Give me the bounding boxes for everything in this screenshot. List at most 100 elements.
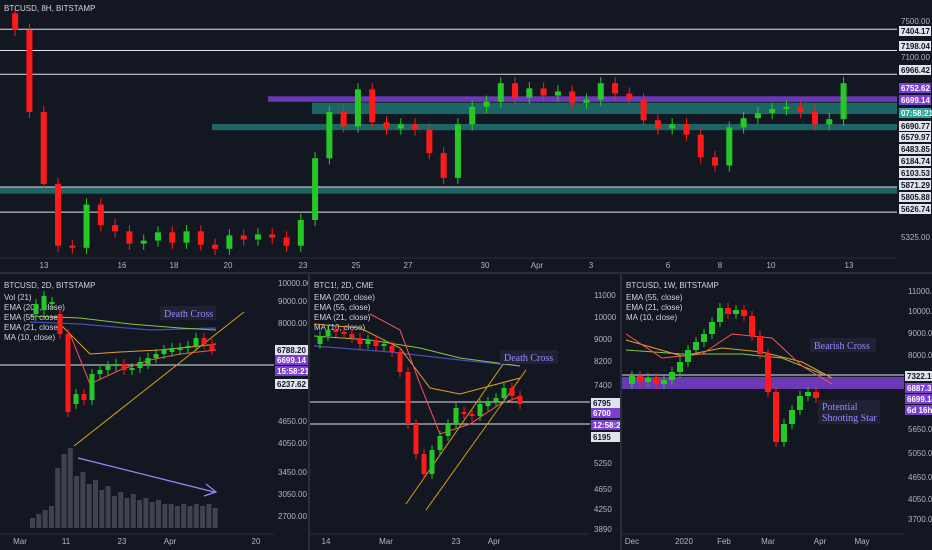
- candle-body-25: [369, 89, 376, 123]
- mid-svg-price-label-11: 4250: [594, 505, 612, 514]
- left-chart-panel[interactable]: BTCUSD, 2D, BITSTAMP Vol (21) EMA (200, cl…: [0, 274, 308, 550]
- left-svg-price-label-4: 6699.14: [277, 356, 306, 365]
- main-price-label-0: 7500.00: [901, 17, 930, 26]
- left-volume-bar-20: [156, 500, 161, 528]
- left-volume-bar-13: [111, 496, 117, 528]
- candle-body-24: [354, 89, 361, 127]
- left-volume-bar-11: [99, 490, 105, 528]
- candle-body-17: [254, 234, 261, 240]
- right-ema21-line: [625, 339, 833, 379]
- right-svg-time-label-2: Feb: [717, 537, 731, 546]
- right-candle-body-17: [765, 354, 771, 392]
- mid-candle-body-1: [325, 330, 331, 336]
- right-chart-panel[interactable]: BTCUSD, 1W, BITSTAMP EMA (55, close) EMA (…: [622, 274, 932, 550]
- middle-chart-panel[interactable]: BTC1!, 2D, CME EMA (200, close) EMA (55, c…: [310, 274, 620, 550]
- left-candle-body-19: [185, 346, 191, 348]
- mid-candle-body-12: [413, 424, 419, 454]
- right-candle-body-1: [637, 376, 643, 382]
- right-svg-time-label-4: Apr: [814, 537, 827, 546]
- candle-body-34: [497, 83, 504, 102]
- main-price-label-4: 6966.42: [901, 66, 930, 75]
- teal-zone-3: [0, 186, 897, 194]
- candle-body-0: [12, 13, 19, 30]
- candle-body-47: [683, 124, 690, 135]
- mid-svg-price-label-12: 3890: [594, 525, 612, 534]
- mid-candle-body-19: [469, 414, 475, 416]
- mid-candle-body-15: [437, 436, 443, 450]
- candle-body-10: [154, 232, 161, 241]
- left-volume-bar-2: [42, 510, 48, 528]
- teal-zone-2: [212, 123, 897, 131]
- left-volume-bar-0: [30, 518, 35, 528]
- left-volume-bar-4: [55, 468, 61, 528]
- candle-body-15: [226, 235, 233, 249]
- candle-body-40: [583, 99, 590, 103]
- left-candle-body-15: [153, 354, 159, 358]
- main-price-label-12: 6103.53: [901, 169, 930, 178]
- candle-body-44: [640, 99, 647, 121]
- right-svg-legend-1: EMA (21, close): [626, 303, 683, 312]
- candle-body-58: [840, 83, 847, 120]
- main-time-label-9: 3: [589, 261, 594, 270]
- left-volume-bar-5: [61, 454, 67, 528]
- left-svg-price-label-1: 9000.00: [278, 297, 307, 306]
- left-volume-bar-10: [93, 480, 98, 528]
- left-volume-bar-3: [48, 506, 54, 528]
- right-svg-price-label-6: 6699.14: [907, 395, 932, 404]
- main-time-label-12: 10: [767, 261, 776, 270]
- candle-body-12: [183, 231, 190, 243]
- right-candle-body-20: [789, 410, 795, 424]
- mid-ema55-line: [313, 335, 521, 367]
- mid-candle-body-20: [477, 404, 483, 416]
- left-svg-legend-3: EMA (21, close): [4, 323, 61, 332]
- left-volume-bar-24: [181, 504, 187, 528]
- main-price-label-6: 6699.14: [901, 96, 930, 105]
- left-svg-time-label-0: Mar: [13, 537, 27, 546]
- main-price-label-3: 7100.00: [901, 53, 930, 62]
- left-volume-bar-1: [36, 514, 42, 528]
- candle-body-20: [297, 220, 304, 246]
- candle-body-23: [340, 112, 347, 127]
- left-volume-bar-6: [67, 448, 73, 528]
- candle-body-32: [469, 106, 476, 125]
- left-svg-price-label-6: 6237.62: [277, 380, 306, 389]
- left-candle-body-14: [145, 358, 151, 364]
- left-death-cross-label: Death Cross: [164, 309, 213, 320]
- middle-chart-svg[interactable]: BTC1!, 2D, CME EMA (200, close)EMA (55, c…: [310, 274, 620, 550]
- mid-candle-body-17: [453, 408, 459, 424]
- right-svg-legend-2: MA (10, close): [626, 313, 677, 322]
- right-chart-svg[interactable]: BTCUSD, 1W, BITSTAMP EMA (55, close)EMA (…: [622, 274, 932, 550]
- candle-body-22: [326, 112, 333, 159]
- main-chart-svg[interactable]: 7500.007404.17 7198.04 7100.00 6966.42 6752.…: [0, 0, 932, 272]
- candle-body-7: [112, 225, 119, 232]
- left-candle-body-18: [177, 348, 183, 350]
- candle-body-55: [797, 106, 804, 112]
- candle-body-8: [126, 231, 133, 244]
- mid-candle-body-2: [333, 330, 339, 332]
- left-svg-price-label-11: 2700.00: [278, 512, 307, 521]
- main-chart-panel[interactable]: 7500.00 7404.17 7198.04 7100.00 6966.42 6752.…: [0, 0, 932, 272]
- mid-candle-body-14: [429, 450, 435, 474]
- left-chart-svg[interactable]: BTCUSD, 2D, BITSTAMPVol (21)EMA (200, cl…: [0, 274, 308, 550]
- candle-body-35: [512, 83, 519, 98]
- right-candle-body-19: [781, 424, 787, 442]
- main-time-label-3: 20: [224, 261, 233, 270]
- candle-body-41: [597, 83, 604, 100]
- left-candle-body-21: [201, 338, 207, 344]
- left-svg-time-label-1: 11: [62, 537, 71, 546]
- mid-candle-body-22: [493, 398, 499, 402]
- left-volume-bar-8: [80, 472, 86, 528]
- mid-svg-price-label-7: 12:58:20: [593, 421, 620, 430]
- left-volume-bar-25: [187, 506, 193, 528]
- mid-candle-body-18: [461, 412, 467, 414]
- right-candle-body-0: [629, 376, 635, 384]
- mid-svg-time-label-3: Apr: [488, 537, 501, 546]
- left-svg-price-label-9: 3450.00: [278, 468, 307, 477]
- left-svg-price-axis: [274, 274, 308, 550]
- right-candle-body-12: [725, 308, 731, 314]
- left-candle-body-3: [57, 314, 63, 334]
- right-svg-price-label-4: 7322.10: [907, 372, 932, 381]
- candle-body-42: [612, 83, 619, 94]
- left-svg-price-label-10: 3050.00: [278, 490, 307, 499]
- left-svg-time-label-4: 20: [252, 537, 261, 546]
